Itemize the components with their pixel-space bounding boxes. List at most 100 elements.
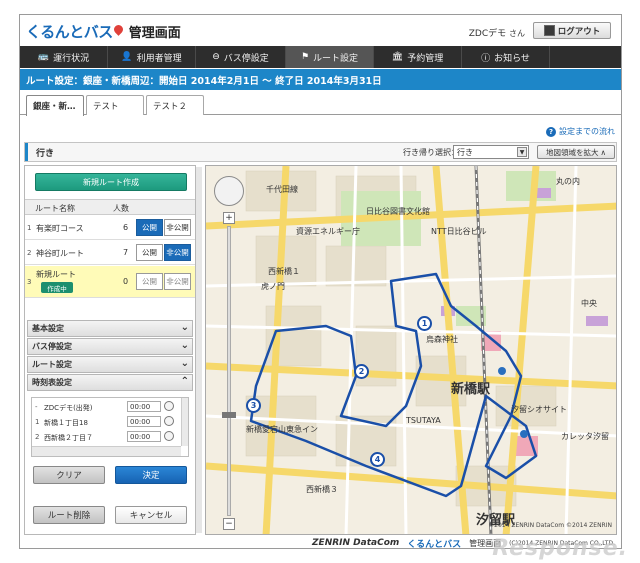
zoom-slider[interactable] [227,226,231,516]
main-nav: 🚌 運行状況 👤 利用者管理 ⊖ バス停設定 ⚑ ルート設定 🏛 予約管理 ⓘ … [20,46,621,68]
clock-icon[interactable] [164,416,174,426]
timetable-time-input[interactable]: 00:00 [127,431,161,442]
nav-item-route-settings[interactable]: ⚑ ルート設定 [286,46,374,68]
timetable-time-input[interactable]: 00:00 [127,416,161,427]
route-row[interactable]: 1 有楽町コース 6 公開 非公開 [25,216,195,240]
clear-button[interactable]: クリア [33,466,105,484]
timetable-time-input[interactable]: 00:00 [127,401,161,412]
nav-item-users[interactable]: 👤 利用者管理 [108,46,196,68]
map-pan-control[interactable] [214,176,244,206]
accordion-label: バス停設定 [32,342,72,351]
zoom-in-icon[interactable]: + [223,212,235,224]
chevron-down-icon: ⌄ [180,340,189,351]
map-label: 資源エネルギー庁 [296,227,360,236]
accordion-route-settings[interactable]: ルート設定 ⌄ [27,356,193,373]
map-label: カレッタ汐留 [561,432,609,441]
help-label: 設定までの流れ [559,127,615,136]
accordion-label: ルート設定 [32,360,72,369]
route-table-header: ルート名称 人数 [25,199,195,215]
route-stop-marker[interactable]: 2 [354,364,369,379]
nav-item-label: バス停設定 [223,53,269,64]
info-icon: ⓘ [481,53,491,64]
timetable-table: - ZDCデモ(出発) 00:00 1 新橋１丁目18 00:00 2 西新橋２… [31,397,189,457]
nav-item-bus-stops[interactable]: ⊖ バス停設定 [196,46,286,68]
expand-map-button[interactable]: 地図領域を拡大 ∧ [537,145,615,159]
direction-select[interactable]: 行き ▼ [453,145,529,159]
timetable-row: 1 新橋１丁目18 00:00 [32,415,180,429]
timetable-index: 1 [35,418,40,426]
user-icon: 👤 [121,52,133,62]
new-route-button[interactable]: 新規ルート作成 [35,173,187,191]
decide-label: 決定 [142,471,160,481]
route-name: 有楽町コース [36,224,84,233]
building-icon: 🏛 [391,52,404,62]
accordion-bus-stop-settings[interactable]: バス停設定 ⌄ [27,338,193,355]
private-button[interactable]: 非公開 [164,219,191,236]
chevron-down-icon: ⌄ [180,322,189,333]
timetable-row: 2 西新橋２丁目７ 00:00 [32,430,180,444]
map-label: 千代田線 [266,185,298,194]
private-button[interactable]: 非公開 [164,273,191,290]
user-name: ZDCデモ さん [469,26,525,39]
chevron-down-icon: ▼ [517,147,527,157]
tab-label: テスト [93,101,119,112]
tab-test2[interactable]: テスト２ [146,95,204,115]
panel-scrollbar[interactable] [196,167,202,533]
map-label: 虎ノ門 [261,282,285,291]
route-stop-marker[interactable]: 1 [417,316,432,331]
public-button[interactable]: 公開 [136,219,163,236]
accordion-timetable-settings[interactable]: 時刻表設定 ⌃ [27,374,193,391]
logout-button[interactable]: ログアウト [533,22,611,39]
route-row[interactable]: 2 神谷町ルート 7 公開 非公開 [25,241,195,265]
expand-map-label: 地図領域を拡大 [546,147,599,157]
logout-label: ログアウト [557,26,601,37]
timetable-horizontal-scrollbar[interactable] [32,446,181,456]
logout-icon [543,25,555,36]
chevron-up-icon: ⌃ [180,376,189,387]
timetable-stop: ZDCデモ(出発) [44,404,93,412]
public-button[interactable]: 公開 [136,273,163,290]
tab-test[interactable]: テスト [86,95,144,115]
top-bar: くるんとバス 管理画面 ZDCデモ さん ログアウト [20,15,621,45]
map-label: TSUTAYA [406,416,441,425]
accordion-label: 時刻表設定 [32,378,72,387]
accordion-basic-settings[interactable]: 基本設定 ⌄ [27,320,193,337]
zoom-out-icon[interactable]: − [223,518,235,530]
map-label: 汐留シオサイト [511,405,567,414]
new-route-label: 新規ルート作成 [83,177,139,187]
bus-icon: 🚌 [37,52,50,62]
route-stop-marker[interactable]: 3 [246,398,261,413]
delete-route-button[interactable]: ルート削除 [33,506,105,524]
user-suffix: さん [509,29,525,38]
watermark: Response. [492,536,628,561]
map-label: 中央 [581,299,597,308]
route-stop-marker[interactable]: 4 [370,452,385,467]
chevron-down-icon: ⌄ [180,358,189,369]
route-index: 3 [27,278,32,286]
clock-icon[interactable] [164,431,174,441]
route-count: 7 [123,248,129,257]
private-button[interactable]: 非公開 [164,244,191,261]
map-label: 丸の内 [556,177,580,186]
decide-button[interactable]: 決定 [115,466,187,484]
map-label: 日比谷図書文化館 [366,207,430,216]
stop-icon: ⊖ [212,52,220,62]
nav-item-reservations[interactable]: 🏛 予約管理 [374,46,462,68]
route-name: 新規ルート [36,270,76,279]
clock-icon[interactable] [164,401,174,411]
nav-item-news[interactable]: ⓘ お知らせ [462,46,550,68]
nav-item-operation[interactable]: 🚌 運行状況 [20,46,108,68]
tab-label: 銀座・新… [33,102,76,112]
zoom-slider-knob[interactable] [222,412,236,418]
timetable-vertical-scrollbar[interactable] [181,398,188,446]
map-canvas [206,166,616,534]
help-link[interactable]: ? 設定までの流れ [546,126,615,137]
cancel-button[interactable]: キャンセル [115,506,187,524]
tab-ginza-shinbashi[interactable]: 銀座・新… [26,95,84,116]
route-info-text: ルート設定：銀座・新橋周辺：開始日 2014年2月1日 ～ 終了日 2014年3… [26,75,382,87]
map-copyright: ©2014 ZENRIN DataCom ©2014 ZENRIN [488,522,612,529]
map-zoom-control[interactable]: + − [222,212,236,532]
route-map[interactable]: + − 1 2 3 4 千代田線 日比谷図書文化館 資源エネルギー庁 NTT日比… [205,165,617,535]
public-button[interactable]: 公開 [136,244,163,261]
route-row[interactable]: 3 新規ルート 作成中 0 公開 非公開 [25,266,195,298]
